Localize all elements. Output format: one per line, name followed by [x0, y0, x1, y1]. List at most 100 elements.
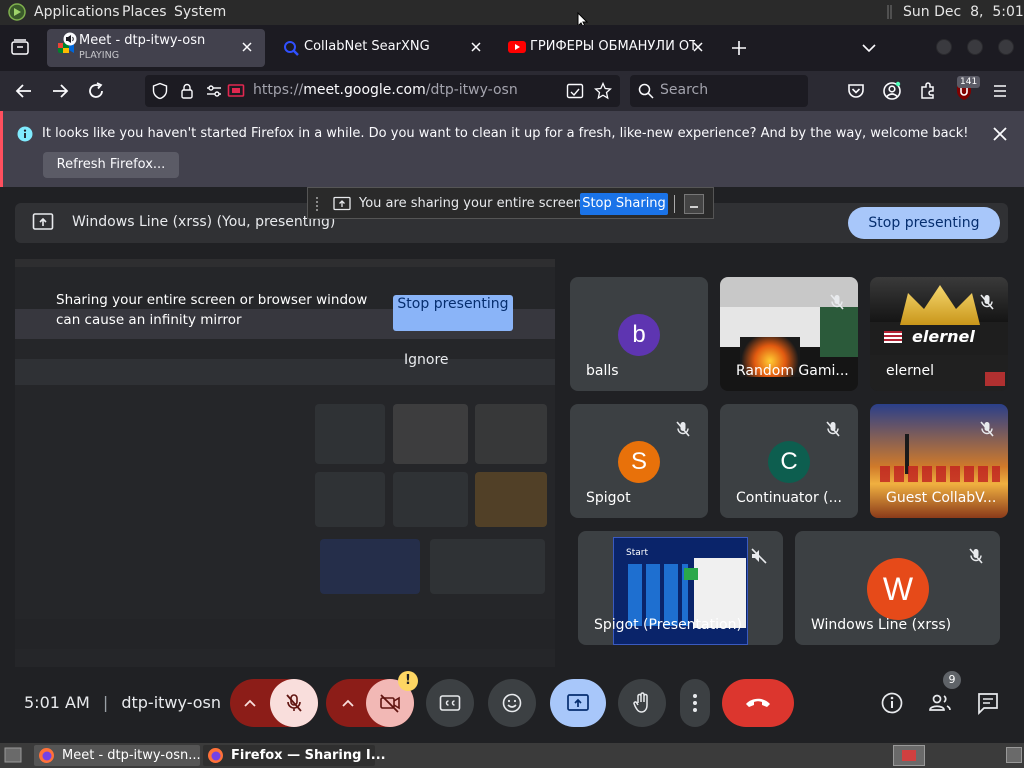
microphone-control: [230, 679, 318, 727]
present-screen-icon: [567, 694, 589, 711]
bookmark-star-icon[interactable]: [594, 82, 612, 100]
share-screen-icon: [333, 196, 351, 212]
hand-icon: [633, 692, 648, 713]
close-tab-icon[interactable]: [239, 39, 255, 55]
warning-ignore-button[interactable]: Ignore: [404, 352, 449, 368]
close-notification-icon[interactable]: [991, 125, 1009, 143]
participant-tile[interactable]: Guest CollabV...: [870, 404, 1008, 518]
list-all-tabs-icon[interactable]: [860, 39, 878, 57]
forward-arrow-icon[interactable]: [48, 79, 72, 103]
speaker-playing-icon[interactable]: [63, 32, 77, 46]
show-desktop-icon[interactable]: [4, 747, 22, 763]
tab-overview-icon[interactable]: [10, 38, 30, 56]
reactions-button[interactable]: [488, 679, 536, 727]
more-options-button[interactable]: [680, 679, 710, 727]
minimize-window-button[interactable]: [936, 39, 952, 55]
menu-places[interactable]: Places: [122, 4, 167, 20]
menu-system[interactable]: System: [174, 4, 226, 20]
distro-logo-icon[interactable]: [8, 3, 26, 21]
refresh-firefox-button[interactable]: Refresh Firefox...: [43, 152, 179, 178]
participant-tile[interactable]: elernel elernel: [870, 277, 1008, 391]
raise-hand-button[interactable]: [618, 679, 666, 727]
account-icon[interactable]: [880, 79, 904, 103]
search-engine-icon: [282, 39, 300, 57]
participant-tile[interactable]: S Spigot: [570, 404, 708, 518]
search-bar[interactable]: Search: [630, 75, 808, 107]
chat-icon[interactable]: [974, 689, 1002, 717]
taskbar-item-meet[interactable]: Meet - dtp-itwy-osn...: [34, 745, 201, 766]
navigation-bar: https://meet.google.com/dtp-itwy-osn Sea…: [0, 71, 1024, 111]
participant-name: elernel: [886, 363, 935, 379]
extensions-icon[interactable]: [916, 79, 940, 103]
infinity-mirror-warning: Sharing your entire screen or browser wi…: [56, 292, 368, 328]
meeting-info: 5:01 AM | dtp-itwy-osn: [24, 693, 222, 712]
participant-name: Windows Line (xrss): [811, 617, 952, 633]
shield-icon[interactable]: [151, 82, 169, 100]
captions-button[interactable]: [426, 679, 474, 727]
stop-sharing-button[interactable]: Stop Sharing: [580, 193, 668, 215]
stop-presenting-button[interactable]: Stop presenting: [848, 207, 1000, 239]
new-tab-icon[interactable]: [730, 39, 748, 57]
avatar: C: [768, 441, 810, 483]
speaker-off-icon: [750, 547, 768, 565]
tab-title: Meet - dtp-itwy-osn: [79, 33, 206, 48]
meeting-code: dtp-itwy-osn: [121, 693, 222, 712]
tab-meet[interactable]: Meet - dtp-itwy-osn PLAYING: [47, 29, 265, 67]
people-count-badge: 9: [943, 671, 961, 689]
presenting-title: Windows Line (xrss) (You, presenting): [72, 214, 336, 230]
participant-name: Spigot (Presentation): [594, 617, 742, 633]
mic-off-icon: [967, 547, 985, 565]
system-panel: Applications Places System Sun Dec 8, 5:…: [0, 0, 1024, 30]
audio-options-chevron-icon[interactable]: [240, 693, 260, 713]
present-screen-icon: [32, 212, 54, 232]
participant-tile[interactable]: C Continuator (...: [720, 404, 858, 518]
avatar: W: [867, 558, 929, 620]
toggle-microphone-button[interactable]: [270, 679, 318, 727]
tab-title: CollabNet SearXNG: [304, 39, 430, 54]
url-text: https://meet.google.com/dtp-itwy-osn: [253, 82, 518, 98]
screen-sharing-bar: You are sharing your entire screen. Stop…: [307, 187, 714, 219]
taskbar: Meet - dtp-itwy-osn... Firefox — Sharing…: [0, 743, 1024, 768]
present-now-button[interactable]: [550, 679, 606, 727]
permissions-icon[interactable]: [205, 83, 223, 99]
back-arrow-icon[interactable]: [12, 79, 36, 103]
youtube-icon: [508, 40, 526, 54]
panel-clock[interactable]: Sun Dec 8, 5:01 AM: [903, 4, 1024, 20]
pocket-icon[interactable]: [844, 79, 868, 103]
reader-view-icon[interactable]: [566, 83, 584, 99]
workspace-switcher[interactable]: [893, 745, 925, 766]
participant-tile[interactable]: Start Spigot (Presentation): [578, 531, 783, 645]
participant-tile[interactable]: W Windows Line (xrss): [795, 531, 1000, 645]
reload-icon[interactable]: [84, 79, 108, 103]
participant-tile[interactable]: b balls: [570, 277, 708, 391]
trash-icon[interactable]: [1006, 747, 1022, 763]
warning-badge-icon: !: [398, 671, 418, 691]
warning-stop-presenting-button[interactable]: Stop presenting: [393, 295, 513, 331]
hamburger-menu-icon[interactable]: [988, 79, 1012, 103]
lock-icon[interactable]: [179, 82, 195, 100]
search-icon: [638, 83, 654, 99]
maximize-window-button[interactable]: [967, 39, 983, 55]
people-icon[interactable]: [926, 689, 954, 717]
close-tab-icon[interactable]: [690, 39, 706, 55]
screen-sharing-indicator-icon[interactable]: [227, 83, 245, 99]
participant-name: Spigot: [586, 490, 631, 506]
camera-control: !: [326, 671, 418, 727]
tab-searxng[interactable]: CollabNet SearXNG: [272, 29, 494, 67]
drag-handle-icon[interactable]: [314, 196, 320, 212]
close-window-button[interactable]: [998, 39, 1014, 55]
closed-captions-icon: [439, 695, 461, 711]
tab-bar: Meet - dtp-itwy-osn PLAYING CollabNet Se…: [0, 25, 1024, 71]
close-tab-icon[interactable]: [468, 39, 484, 55]
hide-sharing-bar-button[interactable]: [684, 194, 704, 214]
tab-youtube[interactable]: ГРИФЕРЫ ОБМАНУЛИ ОТ: [500, 29, 718, 67]
leave-call-button[interactable]: [722, 679, 794, 727]
video-options-chevron-icon[interactable]: [338, 693, 358, 713]
participant-tile[interactable]: Random Gami...: [720, 277, 858, 391]
tab-playing-label: PLAYING: [79, 50, 120, 61]
menu-applications[interactable]: Applications: [34, 4, 120, 20]
taskbar-item-label: Meet - dtp-itwy-osn...: [62, 748, 201, 763]
url-bar[interactable]: https://meet.google.com/dtp-itwy-osn: [145, 75, 620, 107]
meeting-details-icon[interactable]: [878, 689, 906, 717]
taskbar-item-sharing[interactable]: Firefox — Sharing I...: [203, 745, 386, 766]
